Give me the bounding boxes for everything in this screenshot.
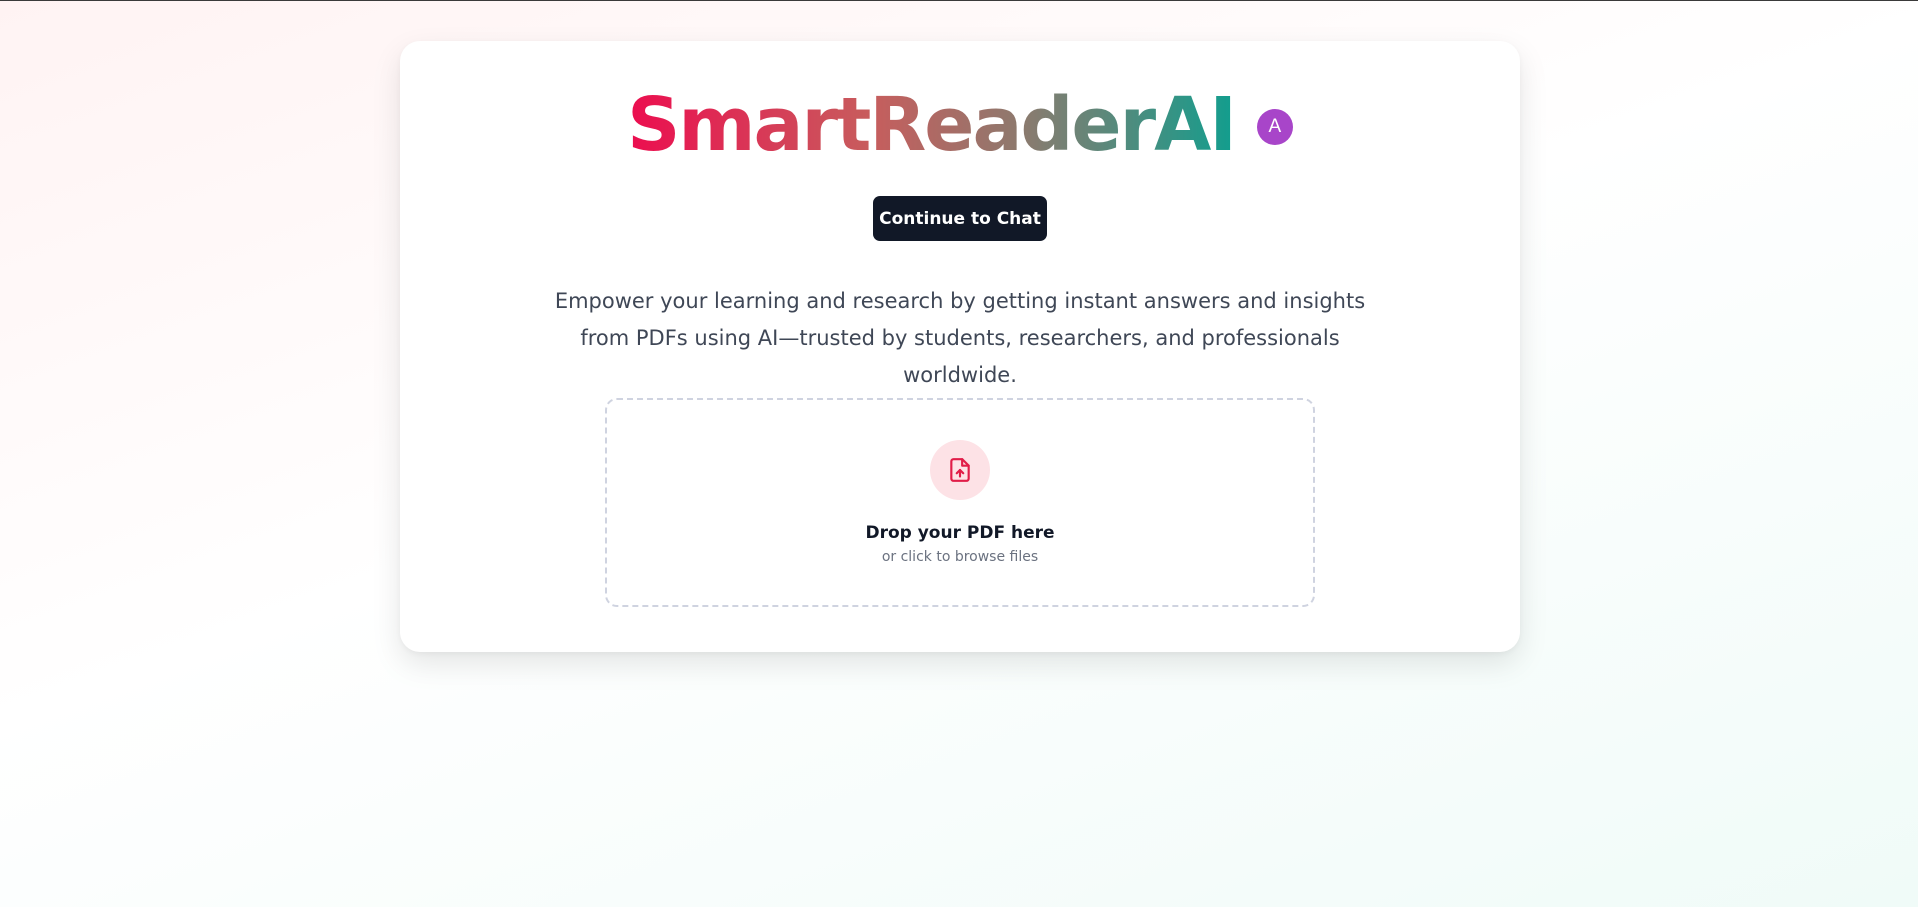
pdf-dropzone[interactable]: Drop your PDF here or click to browse fi… (605, 398, 1315, 607)
file-upload-icon (950, 458, 970, 482)
drop-subtitle: or click to browse files (881, 549, 1039, 565)
main-card: SmartReaderAI A Continue to Chat Empower… (400, 41, 1520, 652)
user-avatar[interactable]: A (1256, 109, 1293, 146)
avatar-letter: A (1268, 116, 1282, 138)
tagline: Empower your learning and research by ge… (554, 289, 1366, 387)
drop-title: Drop your PDF here (865, 523, 1055, 543)
title-row: SmartReaderAI A (400, 81, 1520, 170)
app-title: SmartReaderAI (627, 82, 1237, 168)
upload-icon-circle (930, 440, 990, 500)
continue-to-chat-label: Continue to Chat (879, 208, 1041, 229)
continue-to-chat-button[interactable]: Continue to Chat (873, 196, 1047, 241)
top-border (0, 0, 1918, 1)
